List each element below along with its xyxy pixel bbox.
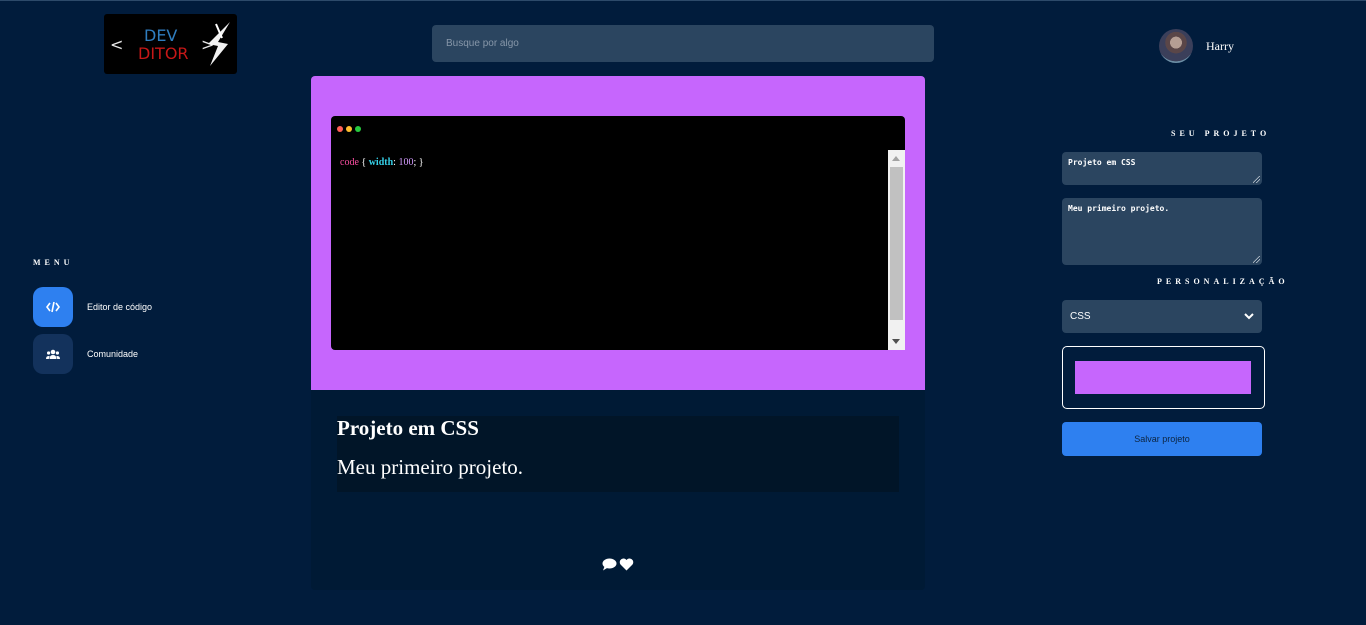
project-description: Meu primeiro projeto. — [337, 455, 524, 479]
window-controls — [337, 126, 361, 132]
code-property: width — [368, 157, 394, 168]
section-title-project: SEU PROJETO — [1171, 129, 1271, 138]
editor-container: code { width: 100; } — [311, 76, 925, 390]
window-dot-red — [337, 126, 343, 132]
code-selector: code — [340, 157, 359, 168]
scroll-down-arrow-icon[interactable] — [892, 339, 900, 344]
menu-item-label: Comunidade — [87, 349, 139, 359]
users-icon — [33, 334, 73, 374]
window-dot-yellow — [346, 126, 352, 132]
code-value: 100 — [398, 157, 414, 168]
code-close-brace: ; } — [413, 157, 424, 168]
code-open-brace: { — [358, 157, 369, 168]
language-select-value: CSS — [1070, 311, 1091, 322]
language-select[interactable]: CSS — [1062, 300, 1262, 333]
logo-text-dev: DEV — [144, 26, 178, 45]
project-card: Projeto em CSS Meu primeiro projeto. — [311, 390, 925, 590]
scroll-up-arrow-icon[interactable] — [892, 156, 900, 161]
menu-item-label: Editor de código — [87, 302, 153, 312]
code-icon — [33, 287, 73, 327]
project-info: Projeto em CSS Meu primeiro projeto. — [337, 416, 899, 492]
color-picker — [1062, 346, 1265, 409]
logo-slash-icon — [208, 22, 230, 66]
color-swatch[interactable] — [1075, 361, 1251, 394]
menu-item-community[interactable]: Comunidade — [33, 334, 233, 374]
comment-icon[interactable] — [602, 558, 617, 576]
project-name-field[interactable]: Projeto em CSS — [1062, 152, 1262, 185]
code-editor[interactable]: code { width: 100; } — [331, 116, 905, 350]
top-border — [0, 0, 1366, 1]
app-logo[interactable]: < DEV DITOR > — [104, 14, 237, 74]
search-input[interactable] — [432, 25, 934, 62]
project-description-field[interactable]: Meu primeiro projeto. — [1062, 198, 1262, 265]
logo-left-bracket: < — [110, 35, 124, 54]
card-actions — [602, 558, 634, 576]
scrollbar-thumb[interactable] — [890, 167, 903, 320]
section-title-customization: PERSONALIZAÇÃO — [1157, 277, 1289, 286]
code-scrollbar[interactable] — [888, 150, 905, 350]
user-name[interactable]: Harry — [1206, 39, 1234, 54]
project-title: Projeto em CSS — [337, 416, 479, 440]
user-avatar[interactable] — [1159, 29, 1193, 63]
heart-icon[interactable] — [619, 558, 634, 576]
chevron-down-icon — [1244, 313, 1254, 320]
menu-item-code-editor[interactable]: Editor de código — [33, 287, 233, 327]
code-content[interactable]: code { width: 100; } — [340, 157, 424, 168]
window-dot-green — [355, 126, 361, 132]
logo-text-ditor: DITOR — [138, 44, 189, 63]
save-project-button[interactable]: Salvar projeto — [1062, 422, 1262, 456]
menu-title: MENU — [33, 258, 74, 267]
